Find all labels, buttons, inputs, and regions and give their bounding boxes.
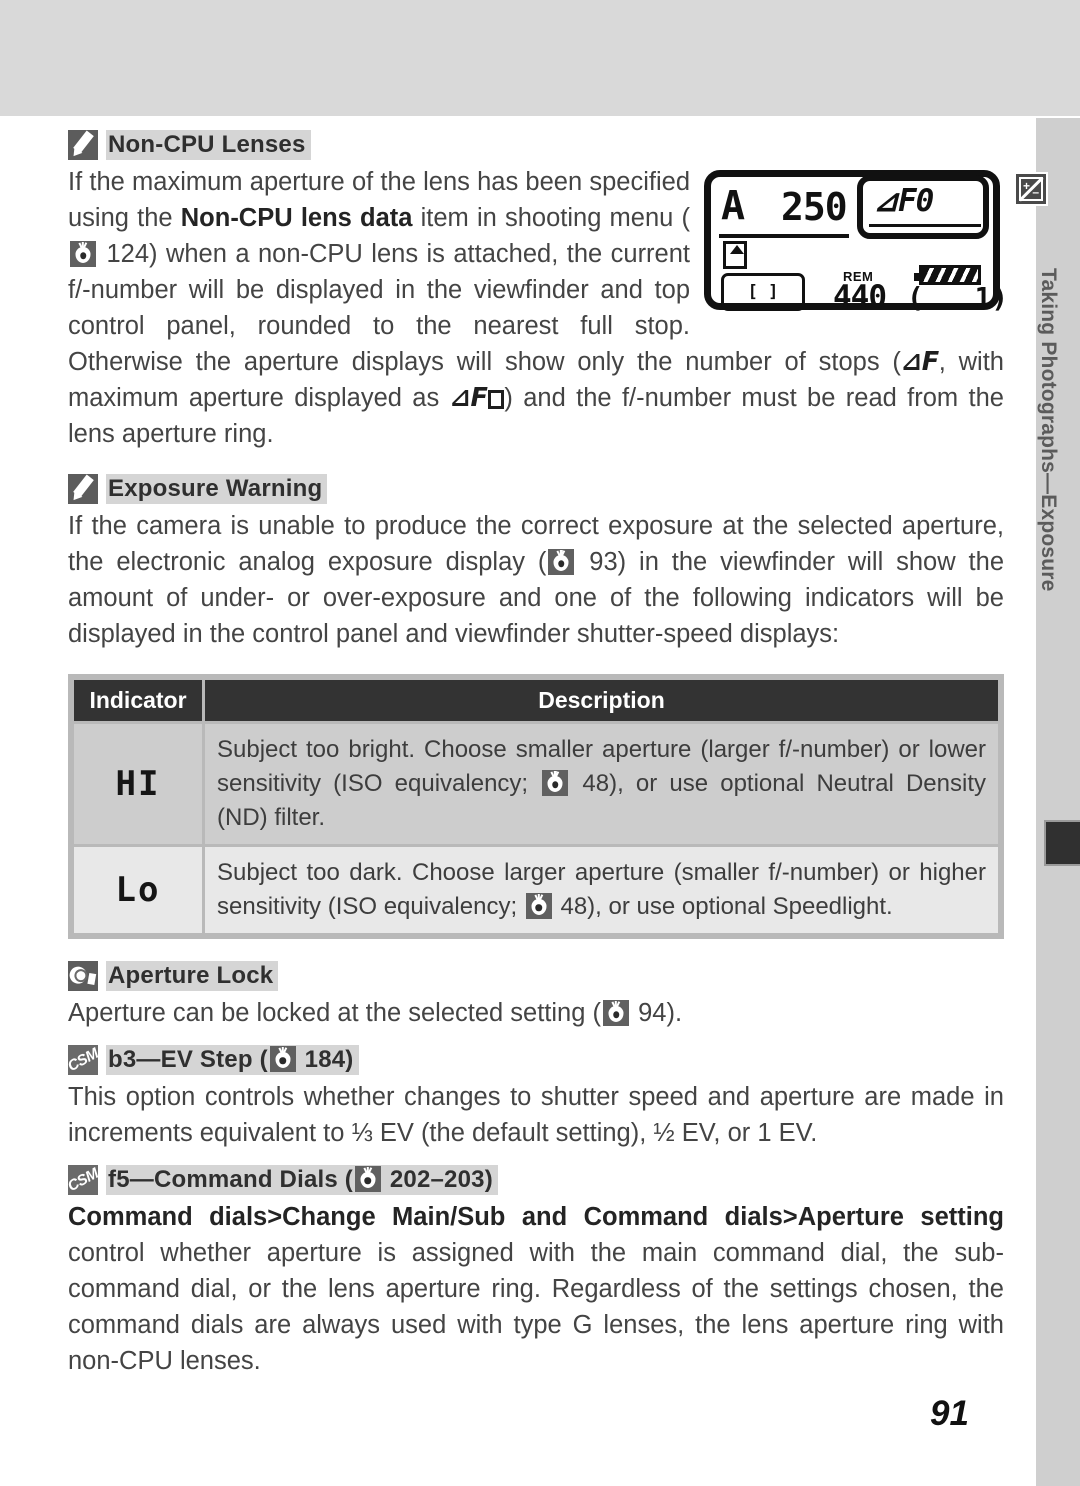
text-bold: Change Main/Sub — [282, 1203, 506, 1231]
section-heading-b3-ev-step: CSM b3—EV Step ( 184) — [68, 1045, 1004, 1075]
lcd-frames-remaining: ( 1) — [907, 281, 1009, 314]
page-reference-number: 48 — [560, 893, 588, 920]
page-reference-number: 184 — [304, 1046, 346, 1073]
memory-card-icon — [723, 241, 747, 269]
text-run: item in shooting menu ( — [412, 204, 690, 232]
section-title: b3—EV Step ( 184) — [106, 1045, 359, 1075]
lcd-frame-area: [ ] — [721, 273, 805, 311]
table-row: Lo Subject too dark. Choose larger apert… — [74, 847, 998, 933]
text-run: f5—Command Dials ( — [108, 1166, 353, 1193]
text-bold: Non-CPU lens data — [180, 204, 413, 232]
page-reference-icon — [542, 770, 569, 796]
text-run: control whether aperture is assigned wit… — [68, 1239, 1004, 1375]
text-bold: Command dials — [583, 1203, 783, 1231]
lcd-aperture-underline — [869, 224, 981, 227]
lcd-aperture-value: ⊿F0 — [873, 183, 934, 219]
lcd-remaining-value: 440 — [833, 279, 887, 315]
paragraph-aperture-lock: Aperture can be locked at the selected s… — [68, 995, 1004, 1031]
text-run: ). — [666, 999, 683, 1027]
text-run: Aperture can be locked at the selected s… — [68, 999, 601, 1027]
csm-badge-icon: CSM — [68, 1045, 98, 1075]
paragraph-b3-ev-step: This option controls whether changes to … — [68, 1083, 1004, 1147]
section-title: f5—Command Dials ( 202–203) — [106, 1165, 498, 1195]
section-title: Aperture Lock — [106, 961, 279, 991]
text-run: b3—EV Step ( — [108, 1046, 268, 1073]
csm-badge-icon: CSM — [68, 1165, 98, 1195]
page-reference-number: 124 — [106, 240, 149, 268]
exposure-compensation-icon: + – — [1014, 172, 1048, 206]
page-reference-icon — [269, 1046, 296, 1072]
table-header-row: Indicator Description — [74, 680, 998, 721]
page-reference-icon — [548, 549, 575, 575]
paragraph-exposure-warning: If the camera is unable to produce the c… — [68, 508, 1004, 652]
lcd-aperture-highlight-box: ⊿F0 — [857, 175, 989, 239]
pencil-icon — [68, 130, 98, 160]
battery-icon — [914, 265, 981, 285]
chapter-edge-marker — [1044, 820, 1080, 866]
delta-f-glyph: ⊿F — [900, 347, 939, 377]
section-title: Non-CPU Lenses — [106, 130, 311, 160]
magnifier-icon — [66, 961, 98, 991]
page-reference-number: 93 — [589, 548, 618, 576]
lcd-underline — [719, 234, 849, 238]
text-separator: > — [267, 1203, 283, 1231]
delta-f-zero-box — [488, 390, 505, 409]
column-header-indicator: Indicator — [74, 680, 202, 721]
section-heading-aperture-lock: Aperture Lock — [66, 961, 1004, 991]
page-reference-icon — [70, 241, 96, 267]
page-reference-icon — [354, 1166, 381, 1192]
section-heading-non-cpu-lenses: Non-CPU Lenses — [68, 130, 1004, 160]
lcd-mode: A — [721, 183, 745, 229]
text-separator: > — [782, 1203, 798, 1231]
text-bold: Command dials — [68, 1203, 268, 1231]
page-reference-number: 202–203 — [389, 1166, 485, 1193]
indicator-code-lo: Lo — [74, 847, 202, 933]
section-title: Exposure Warning — [106, 474, 328, 504]
page-content: Non-CPU Lenses A 250 ⊿F0 [ ] REM 440 ( 1… — [66, 130, 1008, 1379]
text-run: ) — [345, 1046, 354, 1073]
lcd-shutter-speed: 250 — [781, 185, 848, 229]
paragraph-f5-command-dials: Command dials>Change Main/Sub and Comman… — [68, 1199, 1004, 1379]
page-reference-icon — [603, 1000, 629, 1026]
text-run: and — [505, 1203, 584, 1231]
page-number: 91 — [930, 1394, 969, 1433]
text-run: ) — [484, 1166, 493, 1193]
text-run: ), or use optional Speedlight. — [587, 893, 893, 920]
page-reference-number: 48 — [582, 770, 610, 797]
page-reference-number: 94 — [638, 999, 667, 1027]
lcd-control-panel: A 250 ⊿F0 [ ] REM 440 ( 1) — [704, 170, 1008, 315]
page-reference-icon — [525, 893, 552, 919]
lcd-brackets: [ ] — [747, 282, 779, 302]
page-top-band — [0, 0, 1080, 118]
indicator-code-hi: HI — [74, 724, 202, 844]
indicator-description-lo: Subject too dark. Choose larger aperture… — [205, 847, 998, 933]
indicator-description-hi: Subject too bright. Choose smaller apert… — [205, 724, 998, 844]
delta-f-glyph: ⊿F — [449, 383, 488, 413]
side-tab-label: Taking Photographs—Exposure — [1037, 268, 1060, 592]
text-bold: Aperture setting — [797, 1203, 1004, 1231]
section-heading-f5-command-dials: CSM f5—Command Dials ( 202–203) — [68, 1165, 1004, 1195]
indicator-table: Indicator Description HI Subject too bri… — [68, 674, 1004, 939]
pencil-icon — [68, 474, 98, 504]
table-row: HI Subject too bright. Choose smaller ap… — [74, 724, 998, 844]
section-heading-exposure-warning: Exposure Warning — [68, 474, 1004, 504]
column-header-description: Description — [205, 680, 998, 721]
control-panel-figure: A 250 ⊿F0 [ ] REM 440 ( 1) — [704, 170, 1008, 315]
plus-minus-icon: + – — [1018, 176, 1044, 202]
